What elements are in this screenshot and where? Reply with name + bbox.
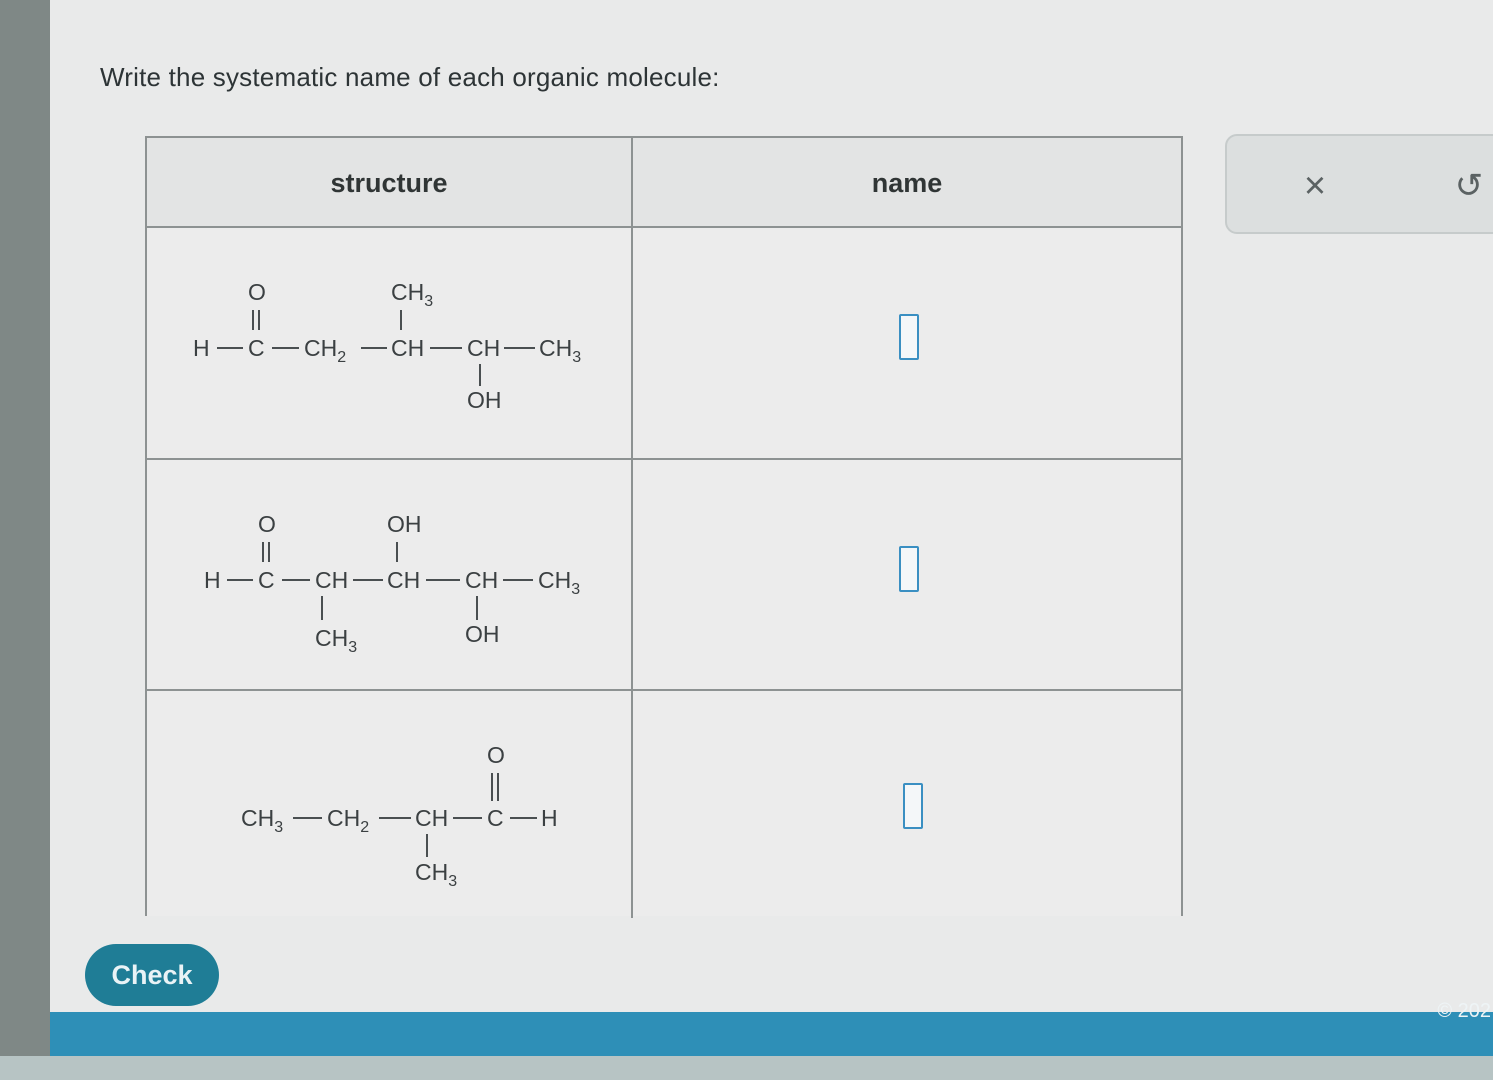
atom-ch-a: CH <box>391 335 424 361</box>
atom-c-carbonyl: C <box>487 805 504 831</box>
name-input-row-3[interactable] <box>903 783 923 829</box>
atom-ch3-end: CH3 <box>539 335 581 366</box>
atom-ch3-low: CH3 <box>315 625 357 656</box>
atom-oh-top: OH <box>387 511 422 537</box>
atom-h: H <box>193 335 210 361</box>
background-edge <box>0 0 50 1080</box>
atom-ch3-low: CH3 <box>415 859 457 890</box>
atom-oh-low: OH <box>465 621 500 647</box>
atom-h: H <box>204 567 221 593</box>
structure-row-3: CH3 CH2 CH CH3 C O H <box>147 691 631 918</box>
clear-button[interactable]: × <box>1285 156 1345 216</box>
atom-ch2: CH2 <box>327 805 369 836</box>
atom-ch3-end: CH3 <box>538 567 580 598</box>
atom-c-carbonyl: C <box>258 567 275 593</box>
copyright-text: © 202 <box>1437 1000 1491 1022</box>
molecule-table: structure name H C O CH2 CH CH3 CH CH3 O… <box>145 136 1183 918</box>
atom-ch: CH <box>415 805 448 831</box>
atom-h: H <box>541 805 558 831</box>
answer-tools-panel: × ↺ <box>1225 134 1493 234</box>
structure-row-1: H C O CH2 CH CH3 CH CH3 OH <box>147 230 631 458</box>
header-name: name <box>633 138 1181 228</box>
atom-ch2: CH2 <box>304 335 346 366</box>
atom-ch-a: CH <box>315 567 348 593</box>
name-input-row-1[interactable] <box>899 314 919 360</box>
atom-o: O <box>258 511 276 537</box>
name-input-row-2[interactable] <box>899 546 919 592</box>
atom-ch3-top: CH3 <box>391 279 433 310</box>
question-prompt: Write the systematic name of each organi… <box>100 62 720 92</box>
check-button[interactable]: Check <box>85 944 219 1006</box>
bottom-band <box>0 1056 1493 1080</box>
header-divider <box>147 226 1181 228</box>
atom-ch-b: CH <box>387 567 420 593</box>
atom-oh: OH <box>467 387 502 413</box>
undo-button[interactable]: ↺ <box>1439 156 1493 216</box>
column-divider <box>631 138 633 918</box>
footer-bar <box>50 1012 1493 1056</box>
atom-c-carbonyl: C <box>248 335 265 361</box>
atom-ch3: CH3 <box>241 805 283 836</box>
atom-o: O <box>487 742 505 768</box>
atom-ch-b: CH <box>467 335 500 361</box>
atom-o: O <box>248 279 266 305</box>
atom-ch-c: CH <box>465 567 498 593</box>
structure-row-2: H C O CH CH3 CH OH CH OH CH3 <box>147 460 631 689</box>
header-structure: structure <box>147 138 631 228</box>
